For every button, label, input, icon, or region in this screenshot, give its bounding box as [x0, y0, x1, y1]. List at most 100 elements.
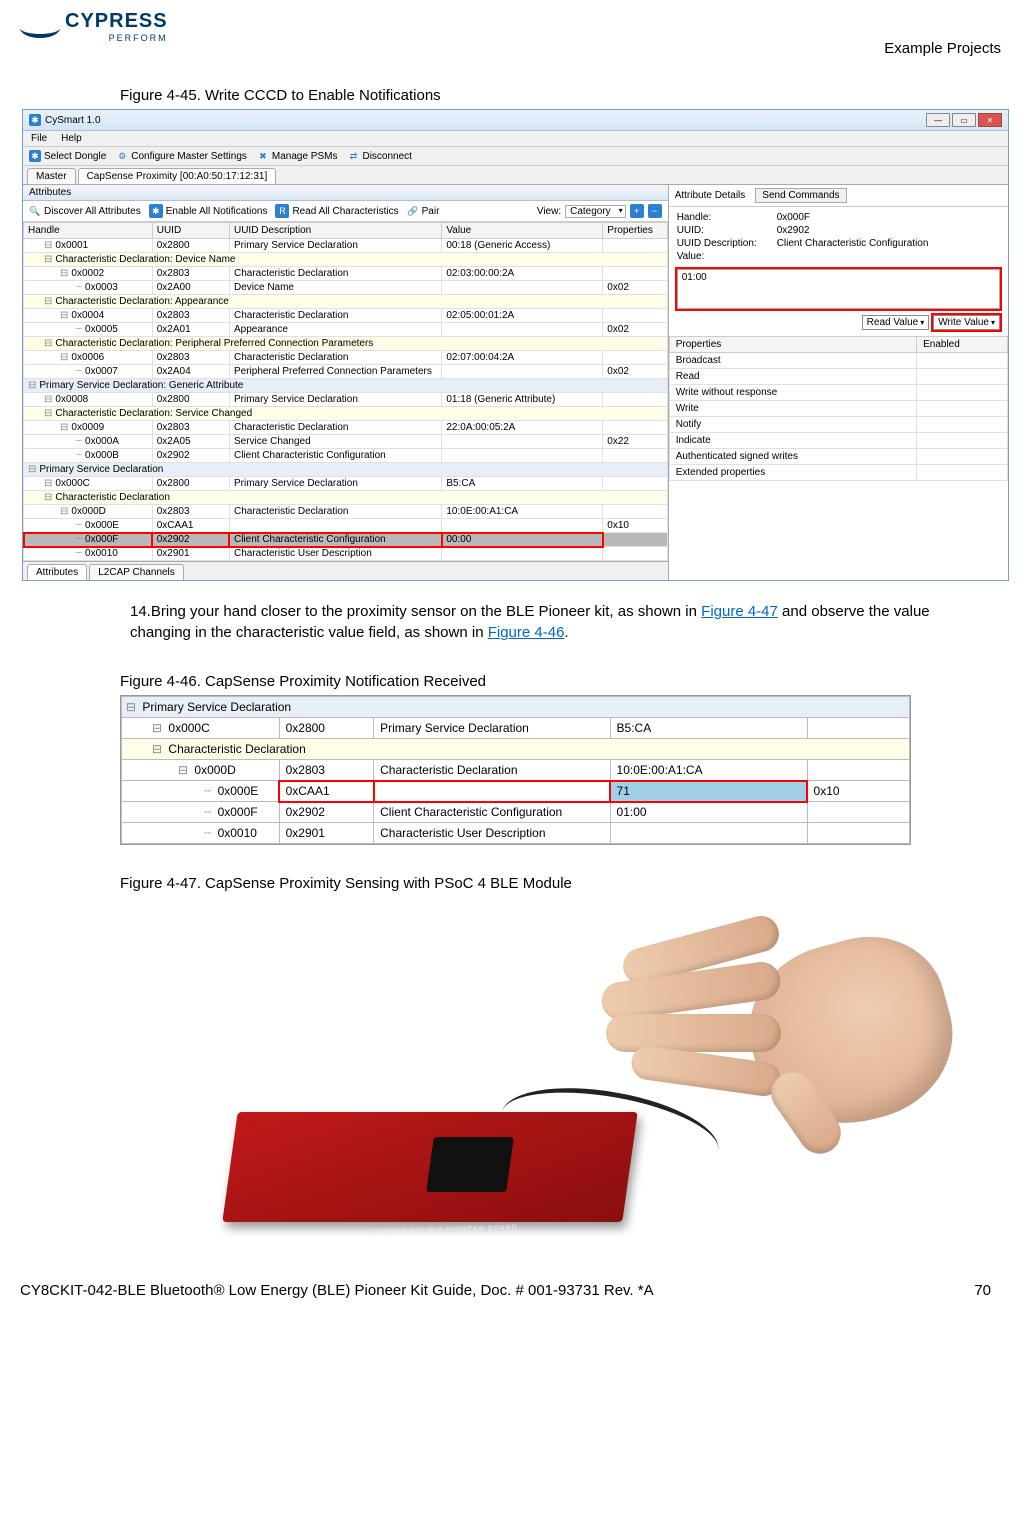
table-row[interactable]: ⊟Characteristic Declaration: Appearance — [24, 295, 668, 309]
send-commands-button[interactable]: Send Commands — [755, 188, 846, 203]
manage-psms-button[interactable]: ✖Manage PSMs — [257, 150, 338, 162]
table-row[interactable]: ┈0x00030x2A00Device Name0x02 — [24, 281, 668, 295]
property-row: Indicate — [669, 433, 1007, 449]
disconnect-button[interactable]: ⇄Disconnect — [347, 150, 411, 162]
table-row[interactable]: ⊟Characteristic Declaration: Device Name — [24, 253, 668, 267]
title-bar: ✱ CySmart 1.0 — ▭ ✕ — [23, 110, 1008, 131]
property-row: Extended properties — [669, 465, 1007, 481]
main-toolbar: ✱Select Dongle ⚙Configure Master Setting… — [23, 147, 1008, 166]
disconnect-icon: ⇄ — [347, 150, 359, 162]
table-row[interactable]: ┈0x000E0xCAA10x10 — [24, 519, 668, 533]
tab-attributes[interactable]: Attributes — [27, 564, 87, 580]
brand-sub: PERFORM — [65, 33, 168, 43]
maximize-button[interactable]: ▭ — [952, 113, 976, 127]
attributes-table: Handle UUID UUID Description Value Prope… — [23, 222, 668, 561]
table-row[interactable]: ⊟0x00040x2803Characteristic Declaration0… — [24, 309, 668, 323]
table-row: ┈ 0x000F0x2902Client Characteristic Conf… — [122, 802, 910, 823]
property-row: Write without response — [669, 385, 1007, 401]
attributes-header: Attributes — [23, 185, 668, 201]
gear-icon: ⚙ — [116, 150, 128, 162]
prop-col-enabled: Enabled — [917, 337, 1008, 353]
bluetooth-icon: ✱ — [29, 114, 41, 126]
pair-icon: 🔗 — [407, 205, 419, 217]
table-row: ⊟ 0x000C0x2800Primary Service Declaratio… — [122, 718, 910, 739]
discover-all-button[interactable]: 🔍Discover All Attributes — [29, 205, 141, 217]
property-row: Notify — [669, 417, 1007, 433]
cysmart-window: ✱ CySmart 1.0 — ▭ ✕ File Help ✱Select Do… — [22, 109, 1009, 581]
select-dongle-button[interactable]: ✱Select Dongle — [29, 150, 106, 162]
table-row[interactable]: ⊟Characteristic Declaration: Peripheral … — [24, 337, 668, 351]
read-all-button[interactable]: RRead All Characteristics — [275, 204, 398, 218]
table-row[interactable]: ⊟0x00090x2803Characteristic Declaration2… — [24, 421, 668, 435]
pair-button[interactable]: 🔗Pair — [407, 205, 440, 217]
table-row: ⊟ 0x000D0x2803Characteristic Declaration… — [122, 760, 910, 781]
figure-47-image: CY8CKIT-042 BLE PIONEER BOARD — [230, 902, 911, 1242]
col-props[interactable]: Properties — [603, 223, 667, 239]
col-uuid[interactable]: UUID — [152, 223, 229, 239]
table-row[interactable]: ┈0x000B0x2902Client Characteristic Confi… — [24, 449, 668, 463]
bluetooth-icon: ✱ — [29, 150, 41, 162]
page-header: CYPRESS PERFORM Example Projects — [20, 0, 1011, 57]
read-value-button[interactable]: Read Value▾ — [862, 315, 930, 330]
notify-icon: ✱ — [149, 204, 163, 218]
table-row[interactable]: ⊟0x00080x2800Primary Service Declaration… — [24, 393, 668, 407]
collapse-all-button[interactable]: − — [648, 204, 662, 218]
step-a: Bring your hand closer to the proximity … — [151, 603, 701, 620]
read-icon: R — [275, 204, 289, 218]
tab-l2cap[interactable]: L2CAP Channels — [89, 564, 184, 580]
link-fig-4-46[interactable]: Figure 4-46 — [488, 624, 565, 641]
device-tabs: Master CapSense Proximity [00:A0:50:17:1… — [23, 166, 1008, 185]
value-input[interactable]: 01:00 — [677, 269, 1000, 309]
step-14-text: 14.Bring your hand closer to the proximi… — [130, 601, 991, 643]
table-row[interactable]: ⊟Characteristic Declaration — [24, 491, 668, 505]
detail-row: Value: — [677, 250, 1000, 263]
menu-file[interactable]: File — [31, 133, 47, 144]
table-row[interactable]: ⊟0x00010x2800Primary Service Declaration… — [24, 239, 668, 253]
link-fig-4-47[interactable]: Figure 4-47 — [701, 603, 778, 620]
view-dropdown[interactable]: Category — [565, 205, 626, 218]
figure-47-caption: Figure 4-47. CapSense Proximity Sensing … — [120, 875, 1011, 892]
details-heading: Attribute Details — [675, 190, 746, 201]
value-text: 01:00 — [682, 272, 707, 283]
table-row[interactable]: ┈0x000A0x2A05Service Changed0x22 — [24, 435, 668, 449]
expand-all-button[interactable]: + — [630, 204, 644, 218]
table-row[interactable]: ┈0x00070x2A04Peripheral Preferred Connec… — [24, 365, 668, 379]
menu-bar: File Help — [23, 131, 1008, 147]
property-row: Write — [669, 401, 1007, 417]
table-row[interactable]: ⊟0x000D0x2803Characteristic Declaration1… — [24, 505, 668, 519]
table-row[interactable]: ⊟Characteristic Declaration: Service Cha… — [24, 407, 668, 421]
table-row[interactable]: ┈0x00050x2A01Appearance0x02 — [24, 323, 668, 337]
table-row[interactable]: ┈0x00100x2901Characteristic User Descrip… — [24, 547, 668, 561]
tab-device[interactable]: CapSense Proximity [00:A0:50:17:12:31] — [78, 168, 277, 184]
attributes-pane: Attributes 🔍Discover All Attributes ✱Ena… — [23, 185, 669, 580]
close-button[interactable]: ✕ — [978, 113, 1002, 127]
table-row[interactable]: ⊟0x00020x2803Characteristic Declaration0… — [24, 267, 668, 281]
view-label: View: — [537, 206, 561, 217]
tab-master[interactable]: Master — [27, 168, 76, 184]
details-pane: Attribute Details Send Commands Handle:0… — [669, 185, 1008, 580]
configure-master-button[interactable]: ⚙Configure Master Settings — [116, 150, 247, 162]
table-row[interactable]: ⊟Primary Service Declaration: Generic At… — [24, 379, 668, 393]
brand-logo: CYPRESS PERFORM — [20, 10, 168, 43]
logo-swoosh-icon — [20, 18, 60, 38]
page-footer: CY8CKIT-042-BLE Bluetooth® Low Energy (B… — [20, 1252, 1011, 1299]
figure-46-table: ⊟ Primary Service Declaration⊟ 0x000C0x2… — [120, 695, 911, 845]
col-uuid-desc[interactable]: UUID Description — [229, 223, 441, 239]
table-row[interactable]: ┈0x000F0x2902Client Characteristic Confi… — [24, 533, 668, 547]
property-row: Broadcast — [669, 353, 1007, 369]
col-value[interactable]: Value — [442, 223, 603, 239]
step-c: . — [564, 624, 568, 641]
detail-row: Handle:0x000F — [677, 211, 1000, 224]
step-num: 14. — [130, 603, 151, 620]
write-value-button[interactable]: Write Value▾ — [933, 315, 1000, 330]
search-icon: 🔍 — [29, 205, 41, 217]
enable-all-notif-button[interactable]: ✱Enable All Notifications — [149, 204, 268, 218]
table-row[interactable]: ⊟Primary Service Declaration — [24, 463, 668, 477]
table-row[interactable]: ⊟0x00060x2803Characteristic Declaration0… — [24, 351, 668, 365]
menu-help[interactable]: Help — [61, 133, 82, 144]
figure-46-caption: Figure 4-46. CapSense Proximity Notifica… — [120, 673, 1011, 690]
minimize-button[interactable]: — — [926, 113, 950, 127]
table-row[interactable]: ⊟0x000C0x2800Primary Service Declaration… — [24, 477, 668, 491]
brand-name: CYPRESS — [65, 10, 168, 33]
col-handle[interactable]: Handle — [24, 223, 153, 239]
